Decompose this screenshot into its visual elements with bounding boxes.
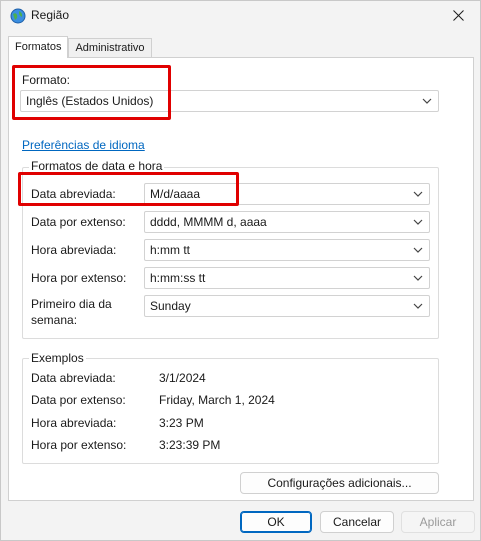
tab-formatos[interactable]: Formatos — [8, 36, 69, 58]
examples-legend: Exemplos — [29, 351, 86, 365]
short-date-value: M/d/aaaa — [150, 187, 201, 201]
chevron-down-icon — [413, 191, 423, 197]
date-time-formats-legend: Formatos de data e hora — [29, 159, 165, 173]
long-date-select[interactable]: dddd, MMMM d, aaaa — [144, 211, 430, 233]
short-date-label: Data abreviada: — [31, 187, 116, 201]
long-date-value: dddd, MMMM d, aaaa — [150, 215, 267, 229]
first-day-label-line2: semana: — [31, 313, 78, 327]
example-long-time-value: 3:23:39 PM — [159, 438, 221, 452]
example-short-date-label: Data abreviada: — [31, 371, 116, 385]
globe-icon — [10, 8, 26, 24]
example-short-time-label: Hora abreviada: — [31, 416, 117, 430]
format-value: Inglês (Estados Unidos) — [26, 94, 154, 108]
apply-button[interactable]: Aplicar — [401, 511, 475, 533]
long-date-label: Data por extenso: — [31, 215, 126, 229]
format-label: Formato: — [22, 73, 71, 87]
short-time-label: Hora abreviada: — [31, 243, 117, 257]
additional-settings-button[interactable]: Configurações adicionais... — [240, 472, 439, 494]
chevron-down-icon — [422, 98, 432, 104]
short-time-select[interactable]: h:mm tt — [144, 239, 430, 261]
example-short-time-value: 3:23 PM — [159, 416, 204, 430]
format-select[interactable]: Inglês (Estados Unidos) — [20, 90, 439, 112]
example-long-date-label: Data por extenso: — [31, 393, 126, 407]
window-title: Região — [31, 8, 70, 22]
short-date-select[interactable]: M/d/aaaa — [144, 183, 430, 205]
chevron-down-icon — [413, 303, 423, 309]
close-icon — [452, 9, 464, 21]
long-time-value: h:mm:ss tt — [150, 271, 206, 285]
title-bar: Região — [1, 1, 480, 31]
tab-administrativo[interactable]: Administrativo — [68, 38, 152, 58]
ok-button[interactable]: OK — [240, 511, 312, 533]
chevron-down-icon — [413, 275, 423, 281]
example-long-time-label: Hora por extenso: — [31, 438, 127, 452]
chevron-down-icon — [413, 219, 423, 225]
long-time-label: Hora por extenso: — [31, 271, 127, 285]
tab-strip: Formatos Administrativo — [8, 36, 152, 58]
close-button[interactable] — [436, 1, 480, 29]
chevron-down-icon — [413, 247, 423, 253]
first-day-label-line1: Primeiro dia da — [31, 297, 112, 311]
first-day-value: Sunday — [150, 299, 191, 313]
first-day-select[interactable]: Sunday — [144, 295, 430, 317]
long-time-select[interactable]: h:mm:ss tt — [144, 267, 430, 289]
example-long-date-value: Friday, March 1, 2024 — [159, 393, 275, 407]
language-preferences-link[interactable]: Preferências de idioma — [22, 138, 145, 152]
region-dialog: Região Formatos Administrativo Formato: … — [0, 0, 481, 541]
cancel-button[interactable]: Cancelar — [320, 511, 394, 533]
example-short-date-value: 3/1/2024 — [159, 371, 206, 385]
short-time-value: h:mm tt — [150, 243, 191, 257]
